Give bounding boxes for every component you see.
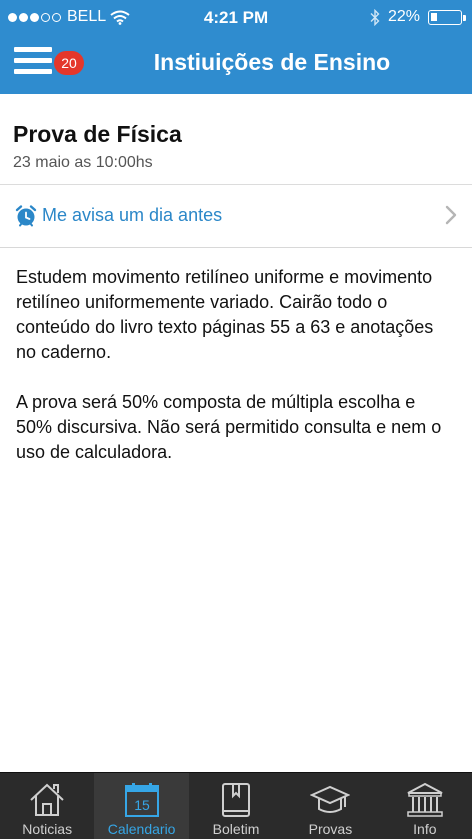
chevron-right-icon — [445, 205, 457, 225]
event-description: Estudem movimento retilíneo uniforme e m… — [16, 265, 456, 490]
graduation-cap-icon — [310, 785, 351, 813]
nav-bar: 20 Instiuições de Ensino — [0, 34, 472, 94]
tab-label: Provas — [308, 821, 353, 837]
calendar-day-number: 15 — [134, 797, 150, 813]
book-icon — [222, 783, 251, 817]
tab-info[interactable]: Info — [378, 773, 472, 839]
tab-noticias[interactable]: Noticias — [0, 773, 94, 839]
building-icon — [407, 782, 443, 817]
description-paragraph-1: Estudem movimento retilíneo uniforme e m… — [16, 267, 434, 362]
tab-provas[interactable]: Provas — [283, 773, 377, 839]
menu-icon[interactable] — [14, 47, 52, 77]
tab-label: Info — [413, 821, 437, 837]
house-icon — [30, 783, 64, 816]
tab-label: Noticias — [22, 821, 73, 837]
notification-badge[interactable]: 20 — [54, 51, 84, 75]
description-paragraph-2: A prova será 50% composta de múltipla es… — [16, 392, 442, 462]
reminder-row[interactable]: Me avisa um dia antes — [0, 184, 472, 248]
battery-percent: 22% — [387, 8, 420, 25]
calendar-icon: 15 — [124, 783, 159, 817]
tab-calendario[interactable]: 15 Calendario — [94, 773, 189, 839]
alarm-clock-icon — [15, 205, 37, 227]
page-title: Instiuições de Ensino — [153, 49, 391, 75]
battery-icon — [428, 9, 466, 25]
event-date: 23 maio as 10:00hs — [13, 154, 153, 171]
tab-bar: Noticias 15 Calendario Boletim Provas In… — [0, 772, 472, 839]
tab-label: Boletim — [212, 821, 260, 837]
bluetooth-icon — [370, 8, 380, 26]
tab-boletim[interactable]: Boletim — [189, 773, 283, 839]
status-bar: BELL 4:21 PM 22% — [0, 0, 472, 34]
tab-label: Calendario — [107, 821, 176, 837]
app-header: BELL 4:21 PM 22% 20 Instiuições de Ensin… — [0, 0, 472, 94]
event-title: Prova de Física — [13, 121, 182, 147]
status-right: 22% — [370, 8, 466, 26]
reminder-label: Me avisa um dia antes — [42, 205, 223, 225]
